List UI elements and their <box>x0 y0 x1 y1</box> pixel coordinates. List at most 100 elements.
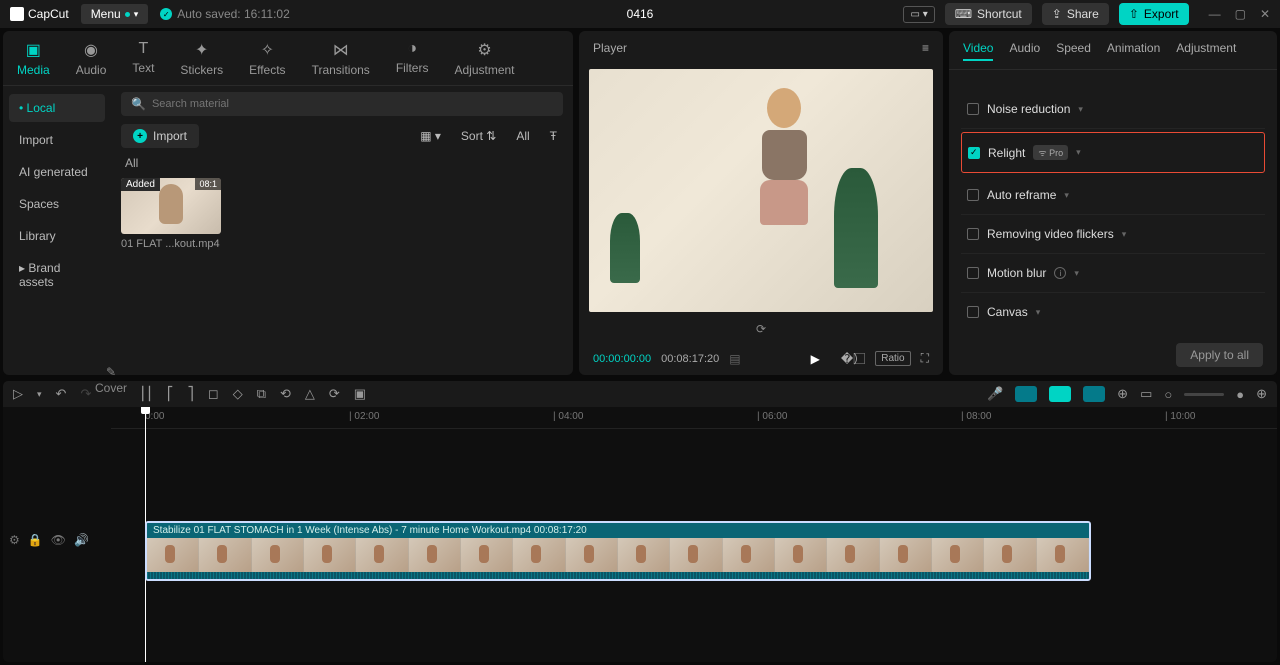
close-button[interactable]: ✕ <box>1260 7 1270 21</box>
option-auto-reframe[interactable]: Auto reframe ▾ <box>961 176 1265 215</box>
aspect-button[interactable]: ▭ ▾ <box>903 6 934 23</box>
tab-stickers[interactable]: ✦Stickers <box>176 37 227 85</box>
export-icon: ⇧ <box>1129 7 1139 21</box>
tab-adjustment[interactable]: ⚙Adjustment <box>450 37 518 85</box>
magnet-right-icon[interactable] <box>1083 386 1105 402</box>
tab-speed[interactable]: Speed <box>1056 41 1091 61</box>
clip-label: Stabilize 01 FLAT STOMACH in 1 Week (Int… <box>147 523 1089 538</box>
compare-icon[interactable]: ▤ <box>729 352 740 366</box>
rotate-tool[interactable]: ⟳ <box>329 386 340 402</box>
ruler-tick: | 02:00 <box>349 411 379 422</box>
option-noise-reduction[interactable]: Noise reduction ▾ <box>961 90 1265 129</box>
app-logo: CapCut <box>10 7 69 21</box>
media-filename: 01 FLAT ...kout.mp4 <box>121 234 221 250</box>
trim-right-tool[interactable]: ⎤ <box>187 386 194 402</box>
option-canvas[interactable]: Canvas ▾ <box>961 293 1265 331</box>
checkbox-icon[interactable] <box>967 103 979 115</box>
side-item-library[interactable]: Library <box>9 222 105 250</box>
video-preview[interactable] <box>589 69 933 312</box>
tab-media[interactable]: ▣Media <box>13 37 54 85</box>
media-item[interactable]: Added 08:1 01 FLAT ...kout.mp4 <box>121 178 221 250</box>
split-tool[interactable]: ⎮⎮ <box>139 386 153 402</box>
share-button[interactable]: ⇪ Share <box>1042 3 1109 25</box>
tab-effects[interactable]: ✧Effects <box>245 37 289 85</box>
time-ruler[interactable]: 0:00 | 02:00 | 04:00 | 06:00 | 08:00 | 1… <box>111 407 1277 429</box>
info-icon[interactable]: i <box>1054 267 1066 279</box>
zoom-out-icon[interactable]: ○ <box>1164 387 1172 402</box>
play-button[interactable]: ▶ <box>811 352 820 366</box>
tab-transitions[interactable]: ⋈Transitions <box>308 37 374 85</box>
refresh-icon[interactable]: ⟳ <box>756 322 766 336</box>
shortcut-button[interactable]: ⌨ Shortcut <box>945 3 1032 25</box>
checkbox-icon[interactable] <box>967 306 979 318</box>
pointer-tool[interactable]: ▷ <box>13 386 23 402</box>
apply-to-all-button[interactable]: Apply to all <box>1176 343 1263 367</box>
volume-icon[interactable]: 🔊 <box>74 533 89 547</box>
tab-audio[interactable]: ◉Audio <box>72 37 111 85</box>
mirror-tool[interactable]: △ <box>305 386 315 402</box>
fit-tool[interactable]: ▣ <box>354 386 366 402</box>
link-icon[interactable]: ⊕ <box>1117 386 1128 402</box>
side-item-local[interactable]: • Local <box>9 94 105 122</box>
filter-icon[interactable]: Ŧ <box>544 126 563 146</box>
magnet-center-icon[interactable] <box>1049 386 1071 402</box>
cover-button[interactable]: ✎ Cover <box>95 365 127 395</box>
zoom-slider[interactable] <box>1184 393 1224 396</box>
ratio-button[interactable]: Ratio <box>875 351 910 366</box>
checkbox-icon[interactable] <box>967 189 979 201</box>
player-menu-icon[interactable]: ≡ <box>922 41 929 55</box>
preview-icon[interactable]: ▭ <box>1140 386 1152 402</box>
reverse-tool[interactable]: ⟲ <box>280 386 291 402</box>
tab-filters[interactable]: ◑Filters <box>392 37 433 85</box>
export-button[interactable]: ⇧ Export <box>1119 3 1189 25</box>
checkbox-icon[interactable] <box>967 267 979 279</box>
side-item-brand[interactable]: ▸ Brand assets <box>9 254 105 296</box>
video-clip[interactable]: Stabilize 01 FLAT STOMACH in 1 Week (Int… <box>145 521 1091 581</box>
marker-tool[interactable]: ◇ <box>233 386 243 402</box>
search-input[interactable]: 🔍 <box>121 92 563 116</box>
side-item-import[interactable]: Import <box>9 126 105 154</box>
timeline-toolbar: ▷ ▾ ↶ ↷ ⎮⎮ ⎡ ⎤ ◻ ◇ ⧉ ⟲ △ ⟳ ▣ 🎤 ⊕ ▭ ○ ● ⊕ <box>3 381 1277 407</box>
tab-animation[interactable]: Animation <box>1107 41 1160 61</box>
copy-tool[interactable]: ⧉ <box>257 386 266 402</box>
redo-button[interactable]: ↷ <box>80 386 91 402</box>
media-thumbnail[interactable]: Added 08:1 <box>121 178 221 234</box>
side-item-spaces[interactable]: Spaces <box>9 190 105 218</box>
menu-button[interactable]: Menu ▾ <box>81 4 149 24</box>
checkbox-icon[interactable] <box>967 228 979 240</box>
undo-button[interactable]: ↶ <box>56 386 67 402</box>
tool-dropdown[interactable]: ▾ <box>37 389 42 400</box>
zoom-in-icon[interactable]: ● <box>1236 387 1244 402</box>
filter-all-button[interactable]: All <box>510 126 535 146</box>
crop-tool[interactable]: ◻ <box>208 386 219 402</box>
titlebar: CapCut Menu ▾ ✓ Auto saved: 16:11:02 041… <box>0 0 1280 28</box>
mic-icon[interactable]: 🎤 <box>987 386 1003 402</box>
side-item-ai[interactable]: AI generated <box>9 158 105 186</box>
tab-r-audio[interactable]: Audio <box>1009 41 1040 61</box>
option-relight[interactable]: Relight ᯤ Pro ▾ <box>961 132 1265 173</box>
option-motion-blur[interactable]: Motion blur i ▾ <box>961 254 1265 293</box>
grid-view-button[interactable]: ▦ ▾ <box>414 126 447 146</box>
timeline-tracks[interactable]: 0:00 | 02:00 | 04:00 | 06:00 | 08:00 | 1… <box>111 407 1277 662</box>
filters-icon: ◑ <box>407 40 417 58</box>
checkbox-icon[interactable] <box>968 147 980 159</box>
snapshot-icon[interactable]: �）⃞ <box>841 350 865 367</box>
eye-icon[interactable]: 👁 <box>51 533 66 547</box>
fullscreen-icon[interactable]: ⛶ <box>921 351 929 366</box>
tab-text[interactable]: TText <box>128 37 158 85</box>
sort-button[interactable]: Sort ⇅ <box>455 126 502 146</box>
tab-video[interactable]: Video <box>963 41 993 61</box>
option-remove-flickers[interactable]: Removing video flickers ▾ <box>961 215 1265 254</box>
time-duration: 00:08:17:20 <box>661 353 719 365</box>
settings-icon[interactable]: ⚙ <box>9 533 20 547</box>
tab-r-adjustment[interactable]: Adjustment <box>1176 41 1236 61</box>
properties-panel: Video Audio Speed Animation Adjustment B… <box>949 31 1277 375</box>
lock-icon[interactable]: 🔒 <box>28 533 43 547</box>
import-button[interactable]: + Import <box>121 124 199 148</box>
minimize-button[interactable]: — <box>1209 7 1221 21</box>
search-field[interactable] <box>152 98 553 110</box>
trim-left-tool[interactable]: ⎡ <box>167 386 174 402</box>
magnet-left-icon[interactable] <box>1015 386 1037 402</box>
maximize-button[interactable]: ▢ <box>1235 7 1246 21</box>
zoom-fit-icon[interactable]: ⊕ <box>1256 386 1267 402</box>
